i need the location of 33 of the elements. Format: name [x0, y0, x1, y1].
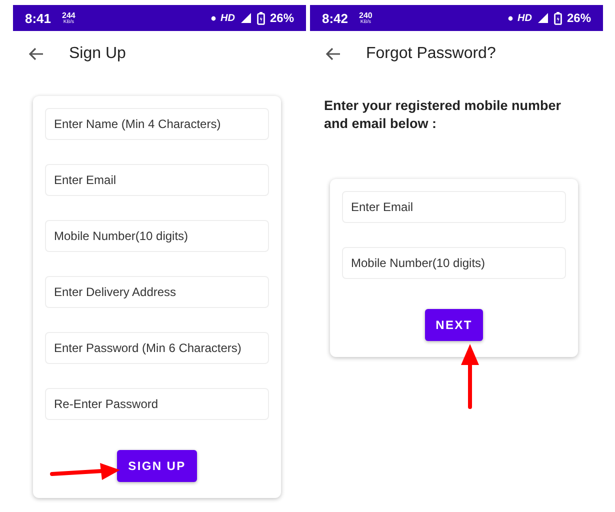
network-type: HD: [518, 12, 532, 24]
back-arrow-icon: [325, 47, 341, 61]
annotation-arrow: [459, 343, 481, 409]
screen-title: Forgot Password?: [366, 45, 496, 63]
input-field[interactable]: Enter Email: [342, 191, 566, 223]
input-field[interactable]: Mobile Number(10 digits): [45, 220, 269, 252]
input-field[interactable]: Enter Email: [45, 164, 269, 196]
data-speed: 244: [62, 12, 76, 20]
annotation-arrow: [50, 462, 122, 482]
screen-title: Sign Up: [69, 45, 126, 63]
signal-icon: [240, 12, 252, 24]
input-field[interactable]: Enter Password (Min 6 Characters): [45, 332, 269, 364]
instruction-text: Enter your registered mobile number and email below :: [324, 97, 562, 133]
input-field[interactable]: Enter Delivery Address: [45, 276, 269, 308]
signal-icon: [536, 12, 549, 24]
input-field[interactable]: Mobile Number(10 digits): [342, 247, 566, 279]
input-field[interactable]: Re-Enter Password: [45, 388, 269, 420]
status-time: 8:41: [25, 10, 52, 26]
battery-icon: [554, 12, 562, 24]
back-button[interactable]: [323, 45, 343, 63]
input-field[interactable]: Enter Name (Min 4 Characters): [45, 108, 269, 140]
network-type: HD: [220, 12, 235, 24]
battery-icon: [256, 12, 265, 24]
submit-button[interactable]: NEXT: [424, 309, 484, 341]
data-speed: 240: [359, 12, 372, 20]
notification-dot-icon: [508, 16, 513, 20]
back-button[interactable]: [26, 45, 46, 63]
battery-percentage: 26%: [270, 11, 294, 25]
status-time: 8:42: [322, 10, 348, 26]
submit-button[interactable]: SIGN UP: [117, 450, 197, 482]
back-arrow-icon: [28, 47, 44, 61]
battery-percentage: 26%: [566, 11, 591, 25]
notification-dot-icon: [210, 16, 216, 20]
